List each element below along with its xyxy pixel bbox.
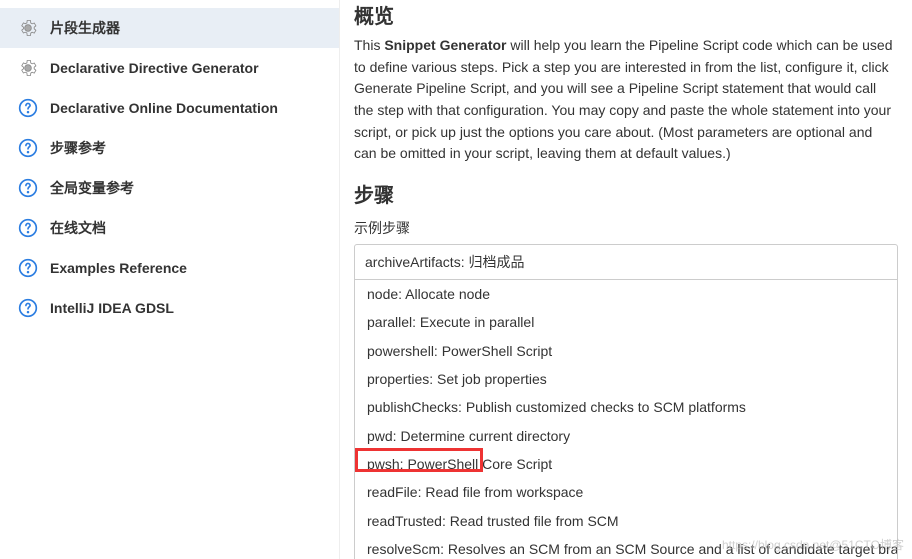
option[interactable]: node: Allocate node [355, 280, 897, 308]
select-current-value[interactable]: archiveArtifacts: 归档成品 [355, 245, 897, 279]
sidebar-item-6[interactable]: Examples Reference [0, 248, 339, 288]
sidebar-item-7[interactable]: IntelliJ IDEA GDSL [0, 288, 339, 328]
sidebar-item-4[interactable]: 全局变量参考 [0, 168, 339, 208]
gear-icon [18, 58, 38, 78]
desc-after: will help you learn the Pipeline Script … [354, 37, 893, 161]
sidebar-item-label: 全局变量参考 [50, 178, 134, 198]
help-icon [18, 298, 38, 318]
option[interactable]: pwd: Determine current directory [355, 422, 897, 450]
desc-bold: Snippet Generator [384, 37, 506, 53]
help-icon [18, 218, 38, 238]
sidebar-item-label: 片段生成器 [50, 18, 120, 38]
watermark: https://blog.csdn.net@51CTO博客 [722, 536, 904, 553]
sidebar-item-2[interactable]: Declarative Online Documentation [0, 88, 339, 128]
help-icon [18, 98, 38, 118]
option[interactable]: properties: Set job properties [355, 365, 897, 393]
option[interactable]: powershell: PowerShell Script [355, 337, 897, 365]
sidebar-item-0[interactable]: 片段生成器 [0, 8, 339, 48]
sidebar-item-1[interactable]: Declarative Directive Generator [0, 48, 339, 88]
desc-prefix: This [354, 37, 384, 53]
sidebar: 片段生成器 Declarative Directive Generator Decl… [0, 0, 340, 559]
sidebar-item-label: Declarative Directive Generator [50, 60, 259, 76]
sidebar-item-5[interactable]: 在线文档 [0, 208, 339, 248]
help-icon [18, 178, 38, 198]
gear-icon [18, 18, 38, 38]
sample-step-select[interactable]: archiveArtifacts: 归档成品 node: Allocate no… [354, 244, 898, 559]
option[interactable]: readFile: Read file from workspace [355, 478, 897, 506]
sidebar-item-label: Declarative Online Documentation [50, 100, 278, 116]
help-icon [18, 138, 38, 158]
sidebar-item-3[interactable]: 步骤参考 [0, 128, 339, 168]
sample-step-label: 示例步骤 [354, 218, 898, 238]
option[interactable]: readTrusted: Read trusted file from SCM [355, 507, 897, 535]
description: This Snippet Generator will help you lea… [354, 35, 898, 165]
sidebar-item-label: Examples Reference [50, 260, 187, 276]
main-content: 概览 This Snippet Generator will help you … [340, 0, 912, 559]
sidebar-item-label: 在线文档 [50, 218, 106, 238]
option-list: node: Allocate nodeparallel: Execute in … [355, 279, 897, 559]
help-icon [18, 258, 38, 278]
overview-heading: 概览 [354, 0, 898, 29]
sidebar-item-label: 步骤参考 [50, 138, 106, 158]
steps-heading: 步骤 [354, 179, 898, 208]
option[interactable]: pwsh: PowerShell Core Script [355, 450, 897, 478]
option[interactable]: publishChecks: Publish customized checks… [355, 393, 897, 421]
sidebar-item-label: IntelliJ IDEA GDSL [50, 300, 174, 316]
option[interactable]: parallel: Execute in parallel [355, 308, 897, 336]
